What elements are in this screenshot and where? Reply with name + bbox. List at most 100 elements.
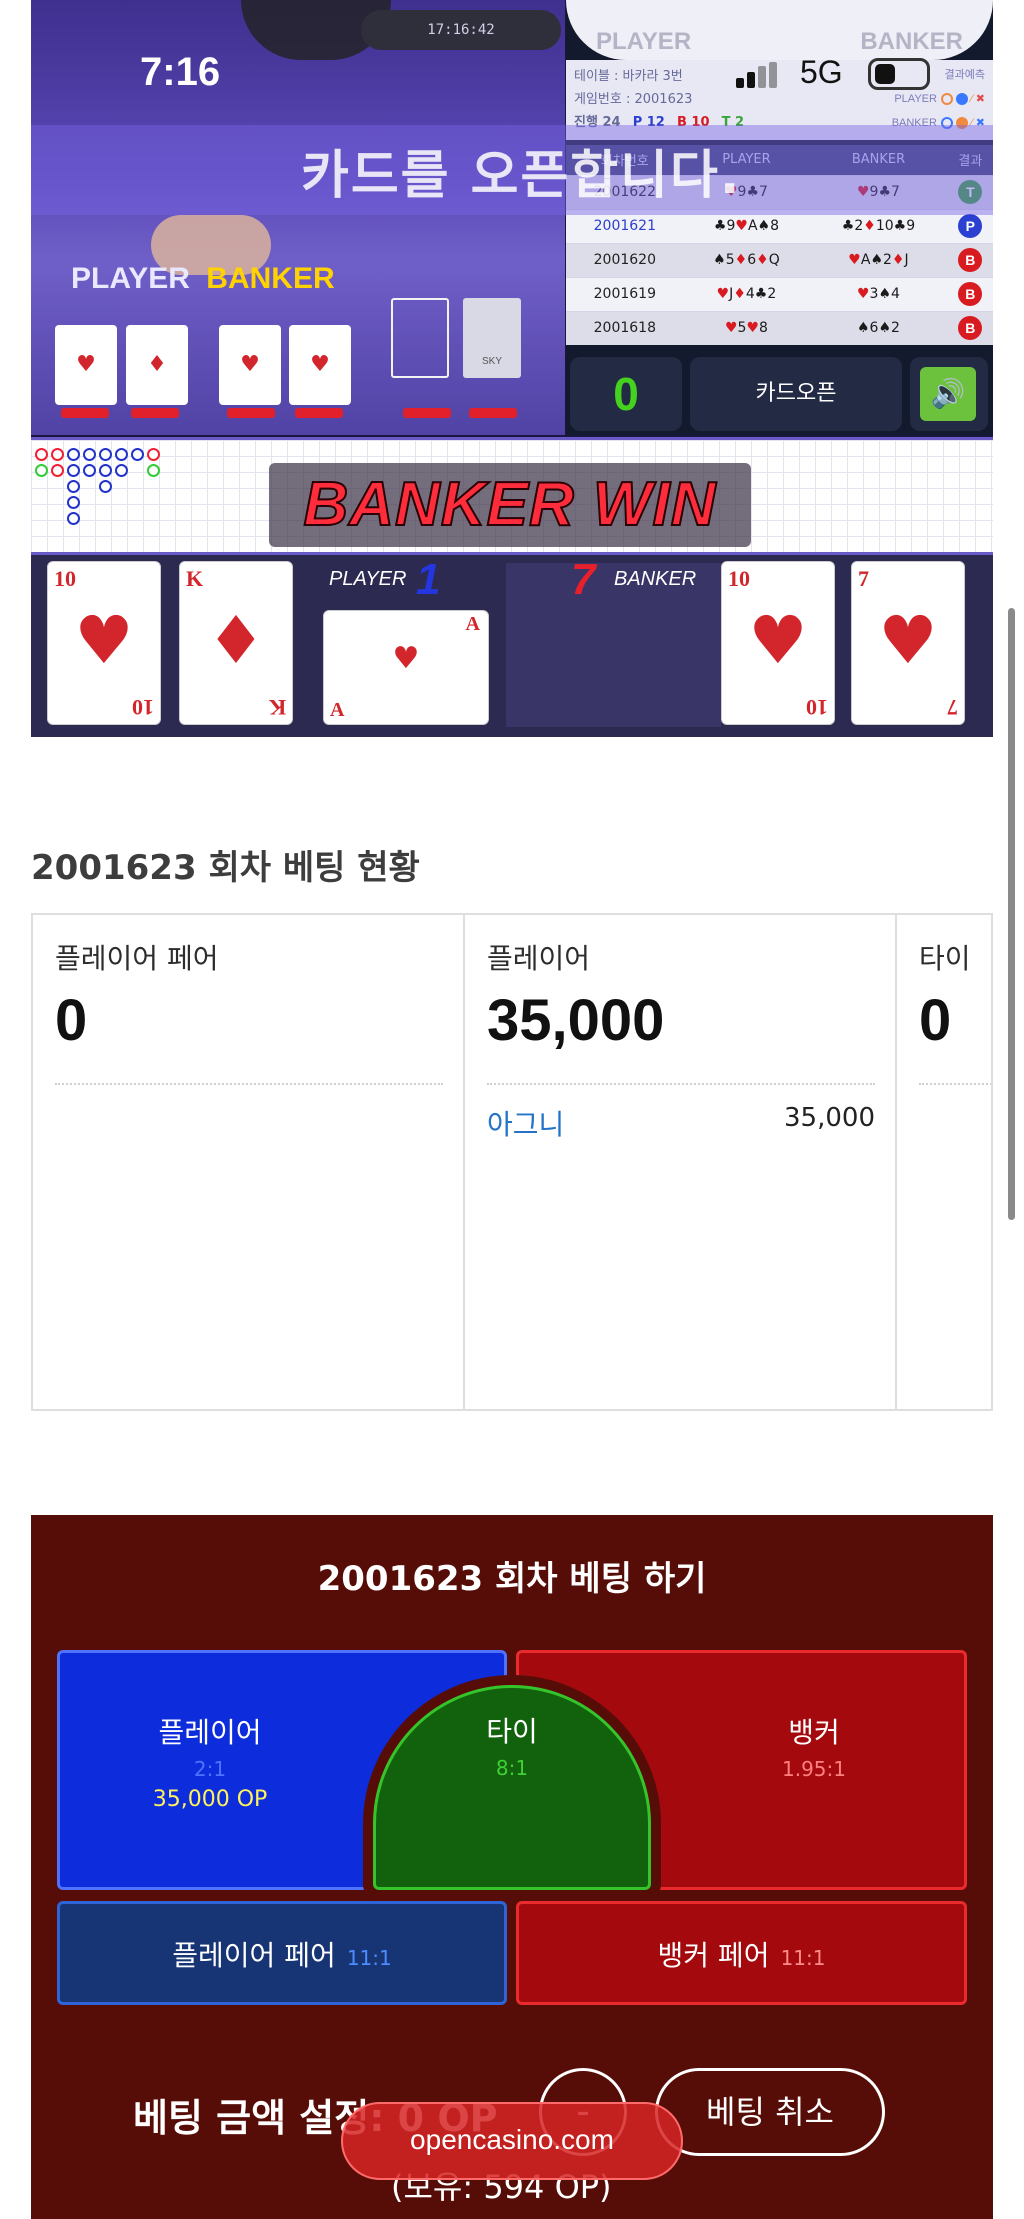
result-badge: P — [958, 214, 983, 238]
banker-card-1: 10 ♥ 10 — [721, 561, 835, 725]
slash-icon: ⁄ — [970, 93, 973, 105]
bet-player-pair-odds: 11:1 — [346, 1946, 392, 1970]
history-row: 2001618 ♥5♥8 ♠6♠2 B — [566, 310, 993, 345]
road-dot — [67, 480, 80, 493]
history-row: 2001619 ♥J♦4♣2 ♥3♠4 B — [566, 276, 993, 311]
bettor-name[interactable]: 아그니 — [487, 1103, 564, 1143]
result-cards: 10 ♥ 10 K ♦ K PLAYER 1 A ♥ A 7 BANKER 10… — [31, 552, 993, 737]
heart-icon: ♥ — [74, 602, 134, 679]
bettor-row: 아그니 35,000 — [487, 1103, 875, 1143]
history-round: 2001619 — [566, 276, 684, 311]
divider — [919, 1083, 991, 1085]
card-rank: A — [465, 613, 480, 635]
player-card-2: K ♦ K — [179, 561, 293, 725]
road-dot — [83, 464, 96, 477]
card-marker — [61, 408, 109, 418]
history-banker-cards: ♥3♠4 — [809, 276, 948, 311]
history-result: B — [947, 276, 993, 311]
card-rank: K — [268, 695, 286, 720]
road-dot — [147, 448, 160, 461]
bet-tie-odds: 8:1 — [495, 1756, 529, 1780]
table-name: 테이블 : 바카라 3번 — [574, 69, 683, 84]
history-round: 2001618 — [566, 310, 684, 345]
bet-banker-odds: 1.95:1 — [782, 1757, 846, 1781]
table-banker-label: BANKER — [206, 262, 335, 295]
result-badge: B — [958, 282, 983, 306]
legend-player-row: PLAYER ⁄ ✖ — [894, 92, 985, 106]
banker-score-label: BANKER — [614, 568, 697, 590]
bet-banker-pair-odds: 11:1 — [780, 1946, 826, 1970]
road-dot — [115, 464, 128, 477]
stats-controls: 0 카드오픈 🔊 — [566, 355, 993, 435]
divider — [487, 1083, 875, 1085]
card-marker — [469, 408, 517, 418]
road-dot — [99, 464, 112, 477]
card-rank: 7 — [858, 566, 869, 591]
status-col-label: 플레이어 — [487, 942, 591, 975]
countdown: 0 — [570, 357, 682, 431]
status-col-player: 플레이어 35,000 아그니 35,000 — [465, 915, 897, 1409]
status-col-label: 플레이어 페어 — [55, 942, 219, 975]
road-dot — [67, 496, 80, 509]
history-banker-cards: ♥A♠2♦J — [809, 242, 948, 277]
road-dot — [131, 448, 144, 461]
bet-banker-pair-zone[interactable]: 뱅커 페어 11:1 — [516, 1901, 967, 2005]
bet-banker-pair-label: 뱅커 페어 — [657, 1939, 770, 1972]
road-dot — [99, 448, 112, 461]
status-col-amount: 0 — [919, 988, 952, 1053]
card-rank: 10 — [728, 566, 750, 591]
bet-tie-zone[interactable]: 타이 8:1 — [373, 1685, 651, 1890]
live-video: 17:16:42 PLAYER BANKER ♥ ♦ ♥ ♥ SKY PLAYE… — [31, 0, 993, 737]
url-pill[interactable]: opencasino.com — [341, 2102, 683, 2180]
player-score-label: PLAYER — [329, 568, 407, 590]
card-rank: A — [330, 699, 345, 721]
bet-player-pair-zone[interactable]: 플레이어 페어 11:1 — [57, 1901, 507, 2005]
history-round: 2001620 — [566, 242, 684, 277]
road-dot — [115, 448, 128, 461]
betting-status-title: 2001623 회차 베팅 현황 — [31, 848, 420, 888]
bet-player-amount: 35,000 OP — [152, 1787, 268, 1812]
road-dot — [51, 464, 64, 477]
card-marker — [403, 408, 451, 418]
card-open-button[interactable]: 카드오픈 — [690, 357, 902, 431]
page-scrollbar[interactable] — [1008, 608, 1015, 1220]
status-col-label: 타이 — [919, 942, 971, 975]
sound-button[interactable]: 🔊 — [910, 357, 988, 431]
player-card-3: A ♥ A — [323, 610, 489, 725]
card-rank: 10 — [54, 566, 76, 591]
stats-header: PLAYER BANKER — [566, 0, 993, 60]
card-rank: 10 — [132, 695, 154, 720]
stats-header-player: PLAYER — [596, 28, 692, 55]
result-badge: B — [958, 248, 983, 272]
history-row: 2001620 ♠5♦6♦Q ♥A♠2♦J B — [566, 242, 993, 277]
road-dot — [99, 480, 112, 493]
bettor-amount: 35,000 — [784, 1103, 875, 1133]
announcement-text: 카드를 오픈합니다. — [301, 146, 742, 206]
bet-player-odds: 2:1 — [193, 1757, 227, 1781]
stats-header-banker: BANKER — [860, 28, 963, 55]
dot-icon — [955, 93, 968, 106]
heart-icon: ♥ — [748, 602, 808, 679]
card-rank: 10 — [806, 695, 828, 720]
road-dot — [147, 464, 160, 477]
speaker-icon: 🔊 — [920, 367, 976, 421]
table-card: ♥ — [219, 325, 281, 405]
status-col-amount: 0 — [55, 988, 88, 1053]
table-player-label: PLAYER — [71, 262, 190, 295]
card-marker — [295, 408, 343, 418]
table-pb-label: PLAYER BANKER — [71, 262, 335, 296]
cancel-bet-button[interactable]: 베팅 취소 — [655, 2068, 885, 2156]
player-score: 1 — [416, 555, 441, 604]
betting-panel-title: 2001623 회차 베팅 하기 — [317, 1559, 707, 1599]
card-marker — [131, 408, 179, 418]
betting-status-grid: 플레이어 페어 0 플레이어 35,000 아그니 35,000 타이 0 — [31, 913, 993, 1411]
table-card: ♦ — [126, 325, 188, 405]
history-banker-cards: ♠6♠2 — [809, 310, 948, 345]
bet-player-pair-label: 플레이어 페어 — [172, 1939, 336, 1972]
bet-player-label: 플레이어 — [158, 1716, 262, 1749]
divider — [55, 1083, 443, 1085]
history-player-cards: ♥J♦4♣2 — [683, 276, 810, 311]
road-dot — [67, 464, 80, 477]
diamond-icon: ♦ — [206, 602, 266, 679]
road-dot — [67, 512, 80, 525]
